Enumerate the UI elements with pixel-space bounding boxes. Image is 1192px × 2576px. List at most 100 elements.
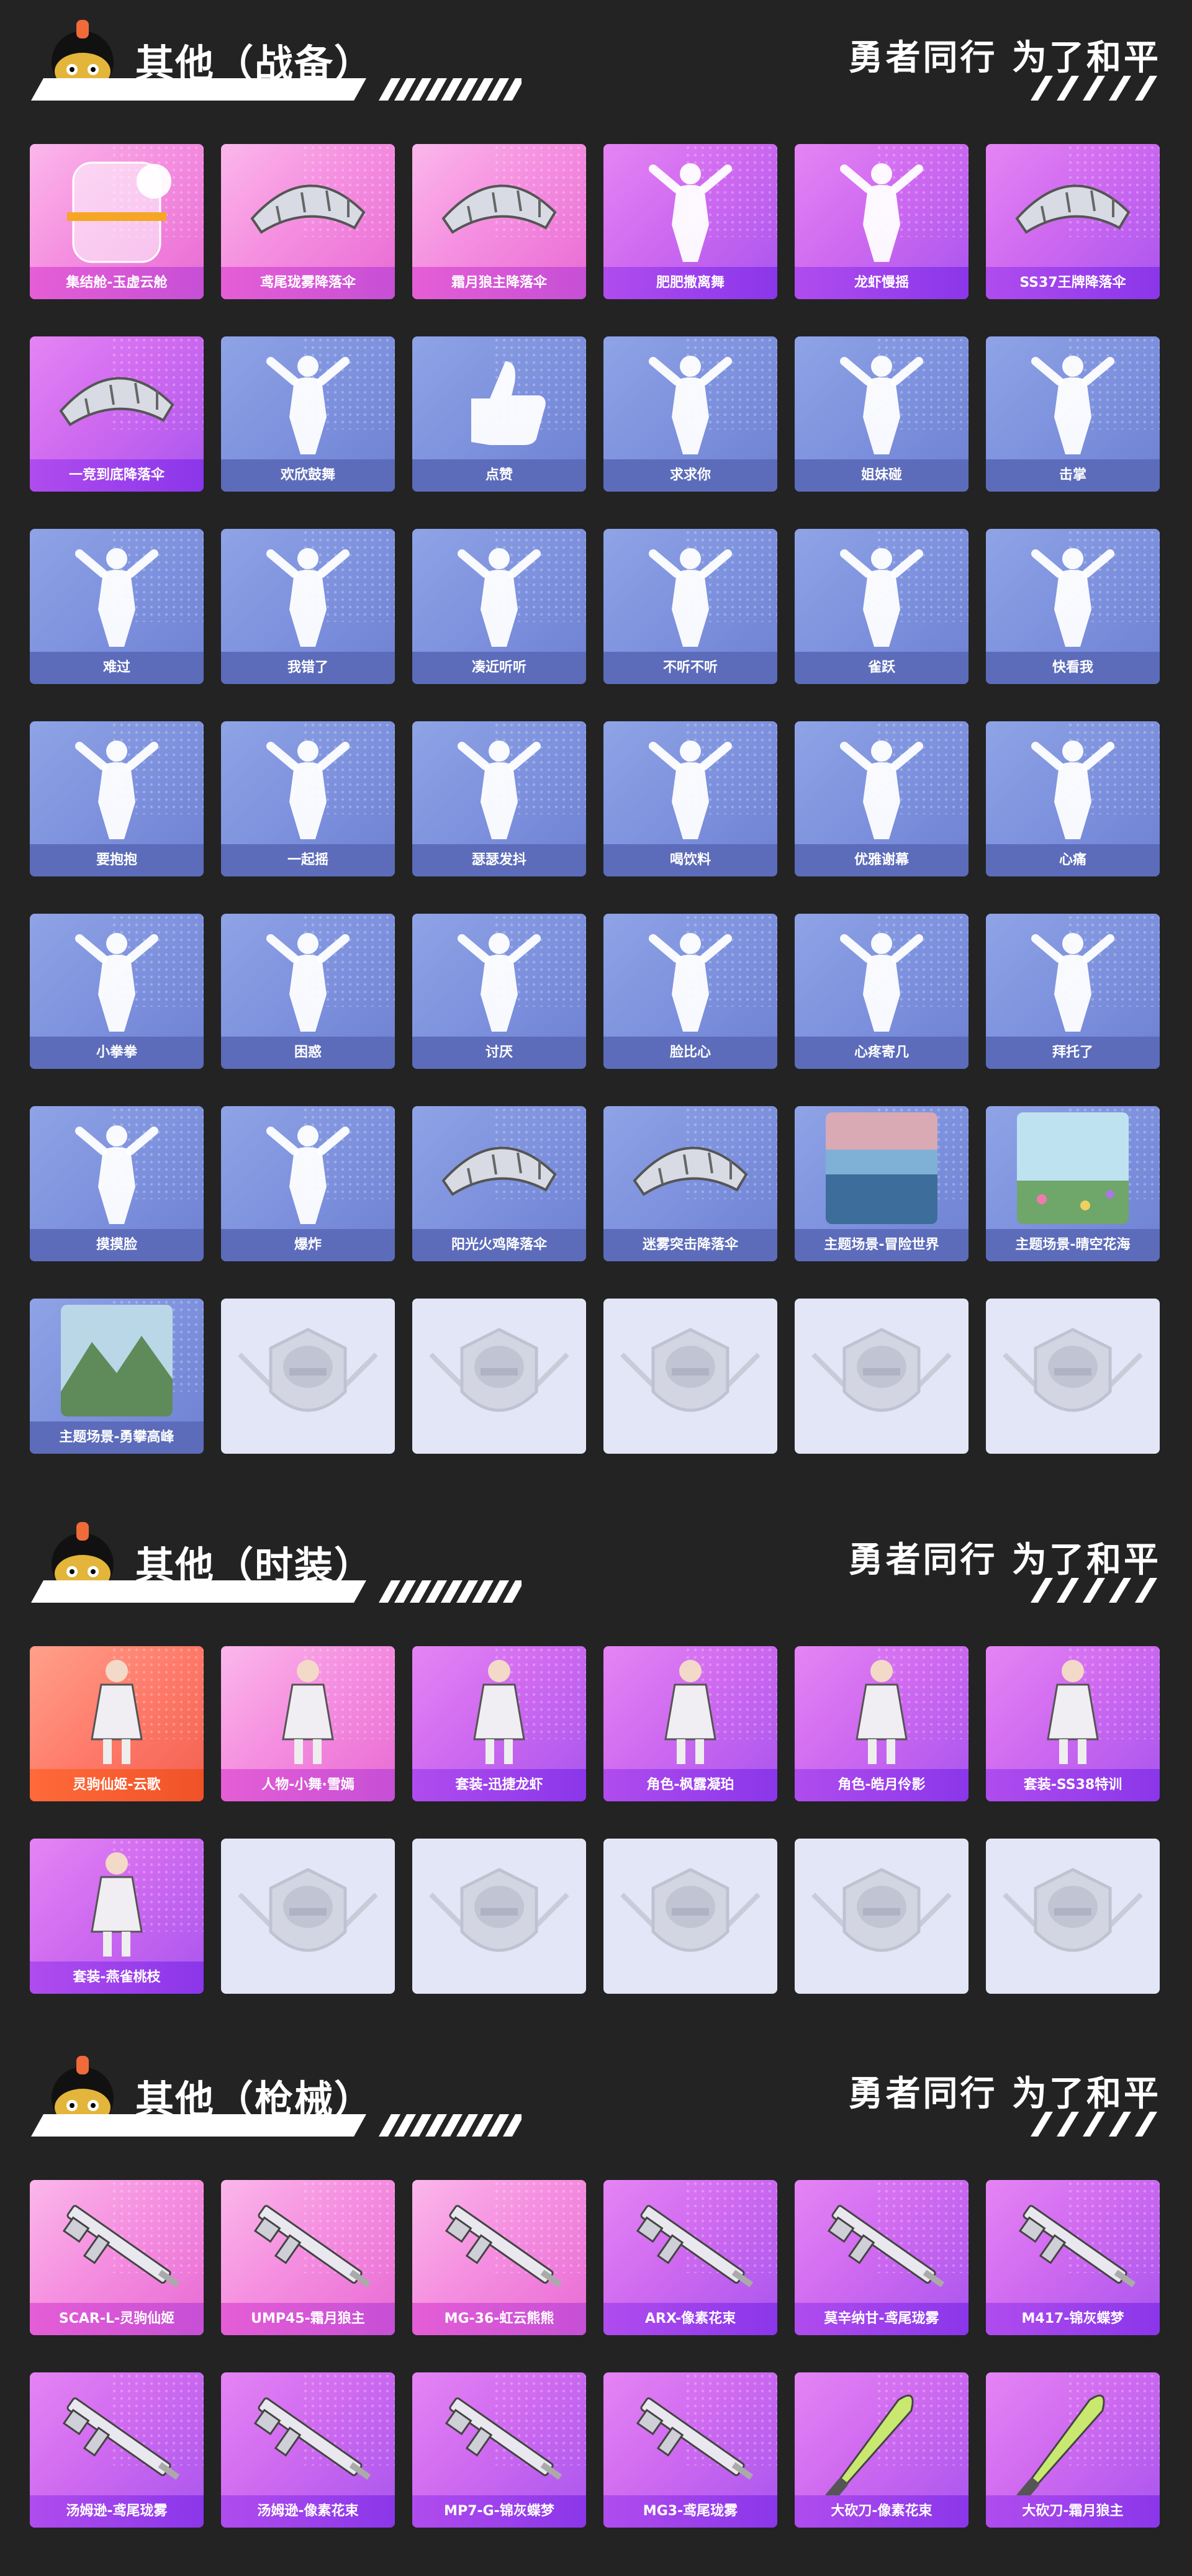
item-card[interactable]: 大砍刀-像素花束 — [795, 2372, 968, 2528]
item-label: 主题场景-冒险世界 — [795, 1229, 968, 1261]
item-card[interactable]: 击掌 — [986, 336, 1160, 492]
item-card[interactable]: 凑近听听 — [412, 529, 586, 684]
item-card[interactable]: 困惑 — [221, 914, 395, 1069]
item-card[interactable]: 霜月狼主降落伞 — [412, 144, 586, 299]
slogan-text: 勇者同行 为了和平 — [848, 1540, 1161, 1580]
item-card[interactable]: 雀跃 — [795, 529, 968, 684]
item-label: 套装-燕雀桃枝 — [30, 1961, 204, 1994]
item-card[interactable]: 集结舱-玉虚云舱 — [30, 144, 204, 299]
empty-item-slot[interactable] — [986, 1839, 1160, 1994]
section: 其他（枪械） 勇者同行 为了和平 SCAR-L-灵驹仙姬 UMP45-霜月狼主 MG… — [0, 2036, 1192, 2565]
item-label: 雀跃 — [795, 652, 968, 684]
empty-item-slot[interactable] — [221, 1299, 395, 1454]
item-card[interactable]: MG-36-虹云熊熊 — [412, 2180, 586, 2335]
item-card[interactable]: 拜托了 — [986, 914, 1160, 1069]
slogan-stripes — [1031, 76, 1161, 101]
item-label: 讨厌 — [412, 1037, 586, 1069]
item-card[interactable]: 不听不听 — [603, 529, 777, 684]
empty-item-slot[interactable] — [795, 1299, 968, 1454]
item-card[interactable]: 脸比心 — [603, 914, 777, 1069]
item-label: 难过 — [30, 652, 204, 684]
item-card[interactable]: 摸摸脸 — [30, 1106, 204, 1261]
slogan-stripes — [1031, 2112, 1161, 2137]
item-label: 求求你 — [603, 459, 777, 492]
item-label: 凑近听听 — [412, 652, 586, 684]
item-card[interactable]: 主题场景-勇攀高峰 — [30, 1299, 204, 1454]
item-card[interactable]: 点赞 — [412, 336, 586, 492]
item-card[interactable]: MP7-G-锦灰蝶梦 — [412, 2372, 586, 2528]
item-card[interactable]: 我错了 — [221, 529, 395, 684]
item-label: 汤姆逊-鸢尾珑雾 — [30, 2495, 204, 2528]
section-title-underline — [31, 1580, 525, 1603]
item-card[interactable]: SS37王牌降落伞 — [986, 144, 1160, 299]
item-label: 一竞到底降落伞 — [30, 459, 204, 492]
item-card[interactable]: 角色-枫露凝珀 — [603, 1646, 777, 1801]
item-card[interactable]: 心疼寄几 — [795, 914, 968, 1069]
item-card[interactable]: 套装-SS38特训 — [986, 1646, 1160, 1801]
item-card[interactable]: 要抱抱 — [30, 721, 204, 876]
item-card[interactable]: 迷雾突击降落伞 — [603, 1106, 777, 1261]
item-label: 大砍刀-像素花束 — [795, 2495, 968, 2528]
slogan-stripes — [1031, 1578, 1161, 1603]
empty-item-slot[interactable] — [412, 1299, 586, 1454]
item-card[interactable]: 主题场景-冒险世界 — [795, 1106, 968, 1261]
item-card[interactable]: MG3-鸢尾珑雾 — [603, 2372, 777, 2528]
item-label: 瑟瑟发抖 — [412, 844, 586, 876]
item-card[interactable]: M417-锦灰蝶梦 — [986, 2180, 1160, 2335]
item-label: M417-锦灰蝶梦 — [986, 2303, 1160, 2335]
item-card[interactable]: 快看我 — [986, 529, 1160, 684]
item-label: 心痛 — [986, 844, 1160, 876]
empty-item-slot[interactable] — [795, 1839, 968, 1994]
item-card[interactable]: ARX-像素花束 — [603, 2180, 777, 2335]
item-label: 大砍刀-霜月狼主 — [986, 2495, 1160, 2528]
empty-item-slot[interactable] — [221, 1839, 395, 1994]
item-card[interactable]: 莫辛纳甘-鸢尾珑雾 — [795, 2180, 968, 2335]
item-label: 主题场景-晴空花海 — [986, 1229, 1160, 1261]
item-card[interactable]: 爆炸 — [221, 1106, 395, 1261]
item-card[interactable]: 一起摇 — [221, 721, 395, 876]
item-card[interactable]: 喝饮料 — [603, 721, 777, 876]
item-card[interactable]: 一竞到底降落伞 — [30, 336, 204, 492]
item-label: 击掌 — [986, 459, 1160, 492]
item-card[interactable]: 大砍刀-霜月狼主 — [986, 2372, 1160, 2528]
item-label: 心疼寄几 — [795, 1037, 968, 1069]
item-card[interactable]: 主题场景-晴空花海 — [986, 1106, 1160, 1261]
item-label: 拜托了 — [986, 1037, 1160, 1069]
empty-item-slot[interactable] — [986, 1299, 1160, 1454]
item-card[interactable]: 小拳拳 — [30, 914, 204, 1069]
item-label: 摸摸脸 — [30, 1229, 204, 1261]
item-card[interactable]: 心痛 — [986, 721, 1160, 876]
item-card[interactable]: 阳光火鸡降落伞 — [412, 1106, 586, 1261]
empty-item-slot[interactable] — [412, 1839, 586, 1994]
item-card[interactable]: 优雅谢幕 — [795, 721, 968, 876]
empty-item-slot[interactable] — [603, 1299, 777, 1454]
item-card[interactable]: 姐妹碰 — [795, 336, 968, 492]
item-card[interactable]: 肥肥撒离舞 — [603, 144, 777, 299]
item-card[interactable]: UMP45-霜月狼主 — [221, 2180, 395, 2335]
item-card[interactable]: 欢欣鼓舞 — [221, 336, 395, 492]
empty-item-slot[interactable] — [603, 1839, 777, 1994]
item-card[interactable]: 难过 — [30, 529, 204, 684]
item-label: 套装-SS38特训 — [986, 1769, 1160, 1801]
item-card[interactable]: 套装-燕雀桃枝 — [30, 1839, 204, 1994]
item-card[interactable]: 求求你 — [603, 336, 777, 492]
item-card[interactable]: 人物-小舞·雪嫣 — [221, 1646, 395, 1801]
item-label: 困惑 — [221, 1037, 395, 1069]
item-card[interactable]: 汤姆逊-像素花束 — [221, 2372, 395, 2528]
item-card[interactable]: 汤姆逊-鸢尾珑雾 — [30, 2372, 204, 2528]
item-card[interactable]: 鸢尾珑雾降落伞 — [221, 144, 395, 299]
item-card[interactable]: SCAR-L-灵驹仙姬 — [30, 2180, 204, 2335]
item-card[interactable]: 瑟瑟发抖 — [412, 721, 586, 876]
item-label: 喝饮料 — [603, 844, 777, 876]
item-card[interactable]: 讨厌 — [412, 914, 586, 1069]
item-label: 欢欣鼓舞 — [221, 459, 395, 492]
item-card[interactable]: 角色-皓月伶影 — [795, 1646, 968, 1801]
item-label: 莫辛纳甘-鸢尾珑雾 — [795, 2303, 968, 2335]
item-label: 霜月狼主降落伞 — [412, 267, 586, 299]
item-card[interactable]: 套装-迅捷龙虾 — [412, 1646, 586, 1801]
item-label: 小拳拳 — [30, 1037, 204, 1069]
item-card[interactable]: 龙虾慢摇 — [795, 144, 968, 299]
item-label: 不听不听 — [603, 652, 777, 684]
item-label: 要抱抱 — [30, 844, 204, 876]
item-card[interactable]: 灵驹仙姬-云歌 — [30, 1646, 204, 1801]
